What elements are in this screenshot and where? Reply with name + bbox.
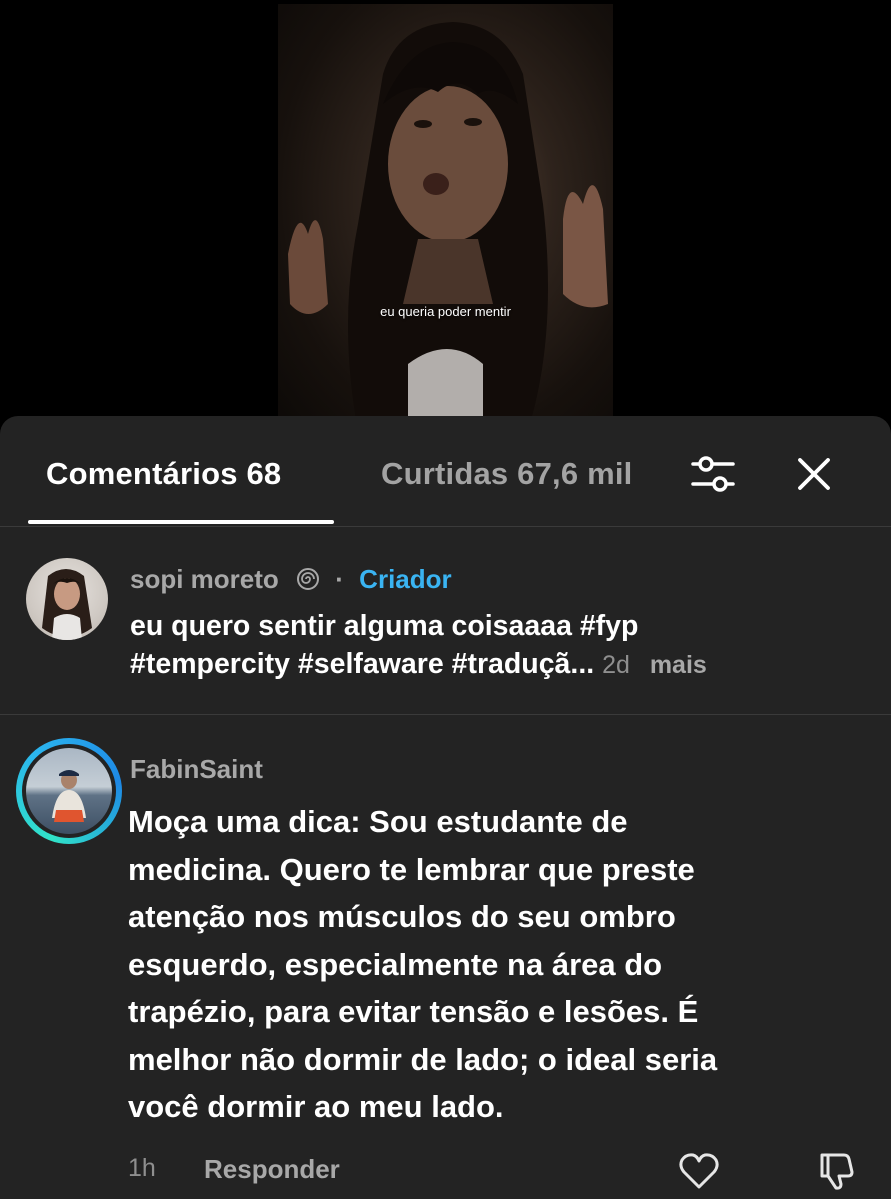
sliders-icon xyxy=(691,456,735,492)
reply-button[interactable]: Responder xyxy=(204,1154,340,1185)
comment-line: medicina. Quero te lembrar que preste xyxy=(128,851,695,887)
comment-item: FabinSaint Moça uma dica: Sou estudante … xyxy=(0,714,891,1199)
active-tab-indicator xyxy=(28,520,334,524)
comment-line: trapézio, para evitar tensão e lesões. É xyxy=(128,994,699,1029)
video-frame-image xyxy=(288,22,608,430)
dislike-button[interactable] xyxy=(814,1150,856,1192)
tab-comments[interactable]: Comentários 68 xyxy=(46,456,281,492)
more-link[interactable]: mais xyxy=(650,651,707,679)
separator-dot: · xyxy=(335,564,344,594)
comment-line: atenção nos músculos do seu ombro xyxy=(128,899,676,934)
tab-likes[interactable]: Curtidas 67,6 mil xyxy=(381,456,633,492)
creator-comment-time: 2d xyxy=(602,651,630,679)
comment-line: Moça uma dica: Sou estudante de xyxy=(128,804,628,839)
comment-text: Moça uma dica: Sou estudante de medicina… xyxy=(128,798,828,1131)
commenter-avatar-image xyxy=(52,770,86,822)
creator-label: Criador xyxy=(359,564,452,594)
creator-avatar[interactable] xyxy=(26,558,108,640)
close-icon xyxy=(798,458,830,490)
comment-line: você dormir ao meu lado. xyxy=(128,1089,504,1124)
like-button[interactable] xyxy=(678,1152,720,1190)
creator-avatar-image xyxy=(42,569,92,640)
creator-caption-line-2: #tempercity #selfaware #traduçã... 2d ma… xyxy=(130,648,707,681)
filter-button[interactable] xyxy=(690,452,736,496)
thumbs-down-icon xyxy=(820,1153,854,1190)
comment-line: melhor não dormir de lado; o ideal seria xyxy=(128,1041,718,1077)
creator-caption-line-1: eu quero sentir alguma coisaaaa #fyp xyxy=(130,610,639,642)
comment-time: 1h xyxy=(128,1154,156,1182)
creator-caption-line-2-text: #tempercity #selfaware #traduçã... xyxy=(130,648,595,680)
comments-sheet: Comentários 68 Curtidas 67,6 mil sopi mo… xyxy=(0,416,891,1199)
spiral-icon xyxy=(296,567,320,598)
video-player[interactable]: eu queria poder mentir xyxy=(278,4,613,430)
creator-username[interactable]: sopi moreto xyxy=(130,564,279,594)
creator-caption-comment: sopi moreto · Criador eu quero sentir al… xyxy=(0,526,891,715)
commenter-avatar[interactable] xyxy=(26,748,112,834)
video-caption: eu queria poder mentir xyxy=(380,304,511,319)
heart-icon xyxy=(679,1153,719,1189)
close-button[interactable] xyxy=(794,454,834,494)
comment-line: esquerdo, especialmente na área do xyxy=(128,946,663,982)
commenter-username[interactable]: FabinSaint xyxy=(130,754,263,785)
creator-username-row: sopi moreto · Criador xyxy=(130,564,452,598)
sheet-tab-bar: Comentários 68 Curtidas 67,6 mil xyxy=(0,416,891,527)
video-area: eu queria poder mentir xyxy=(0,0,891,430)
